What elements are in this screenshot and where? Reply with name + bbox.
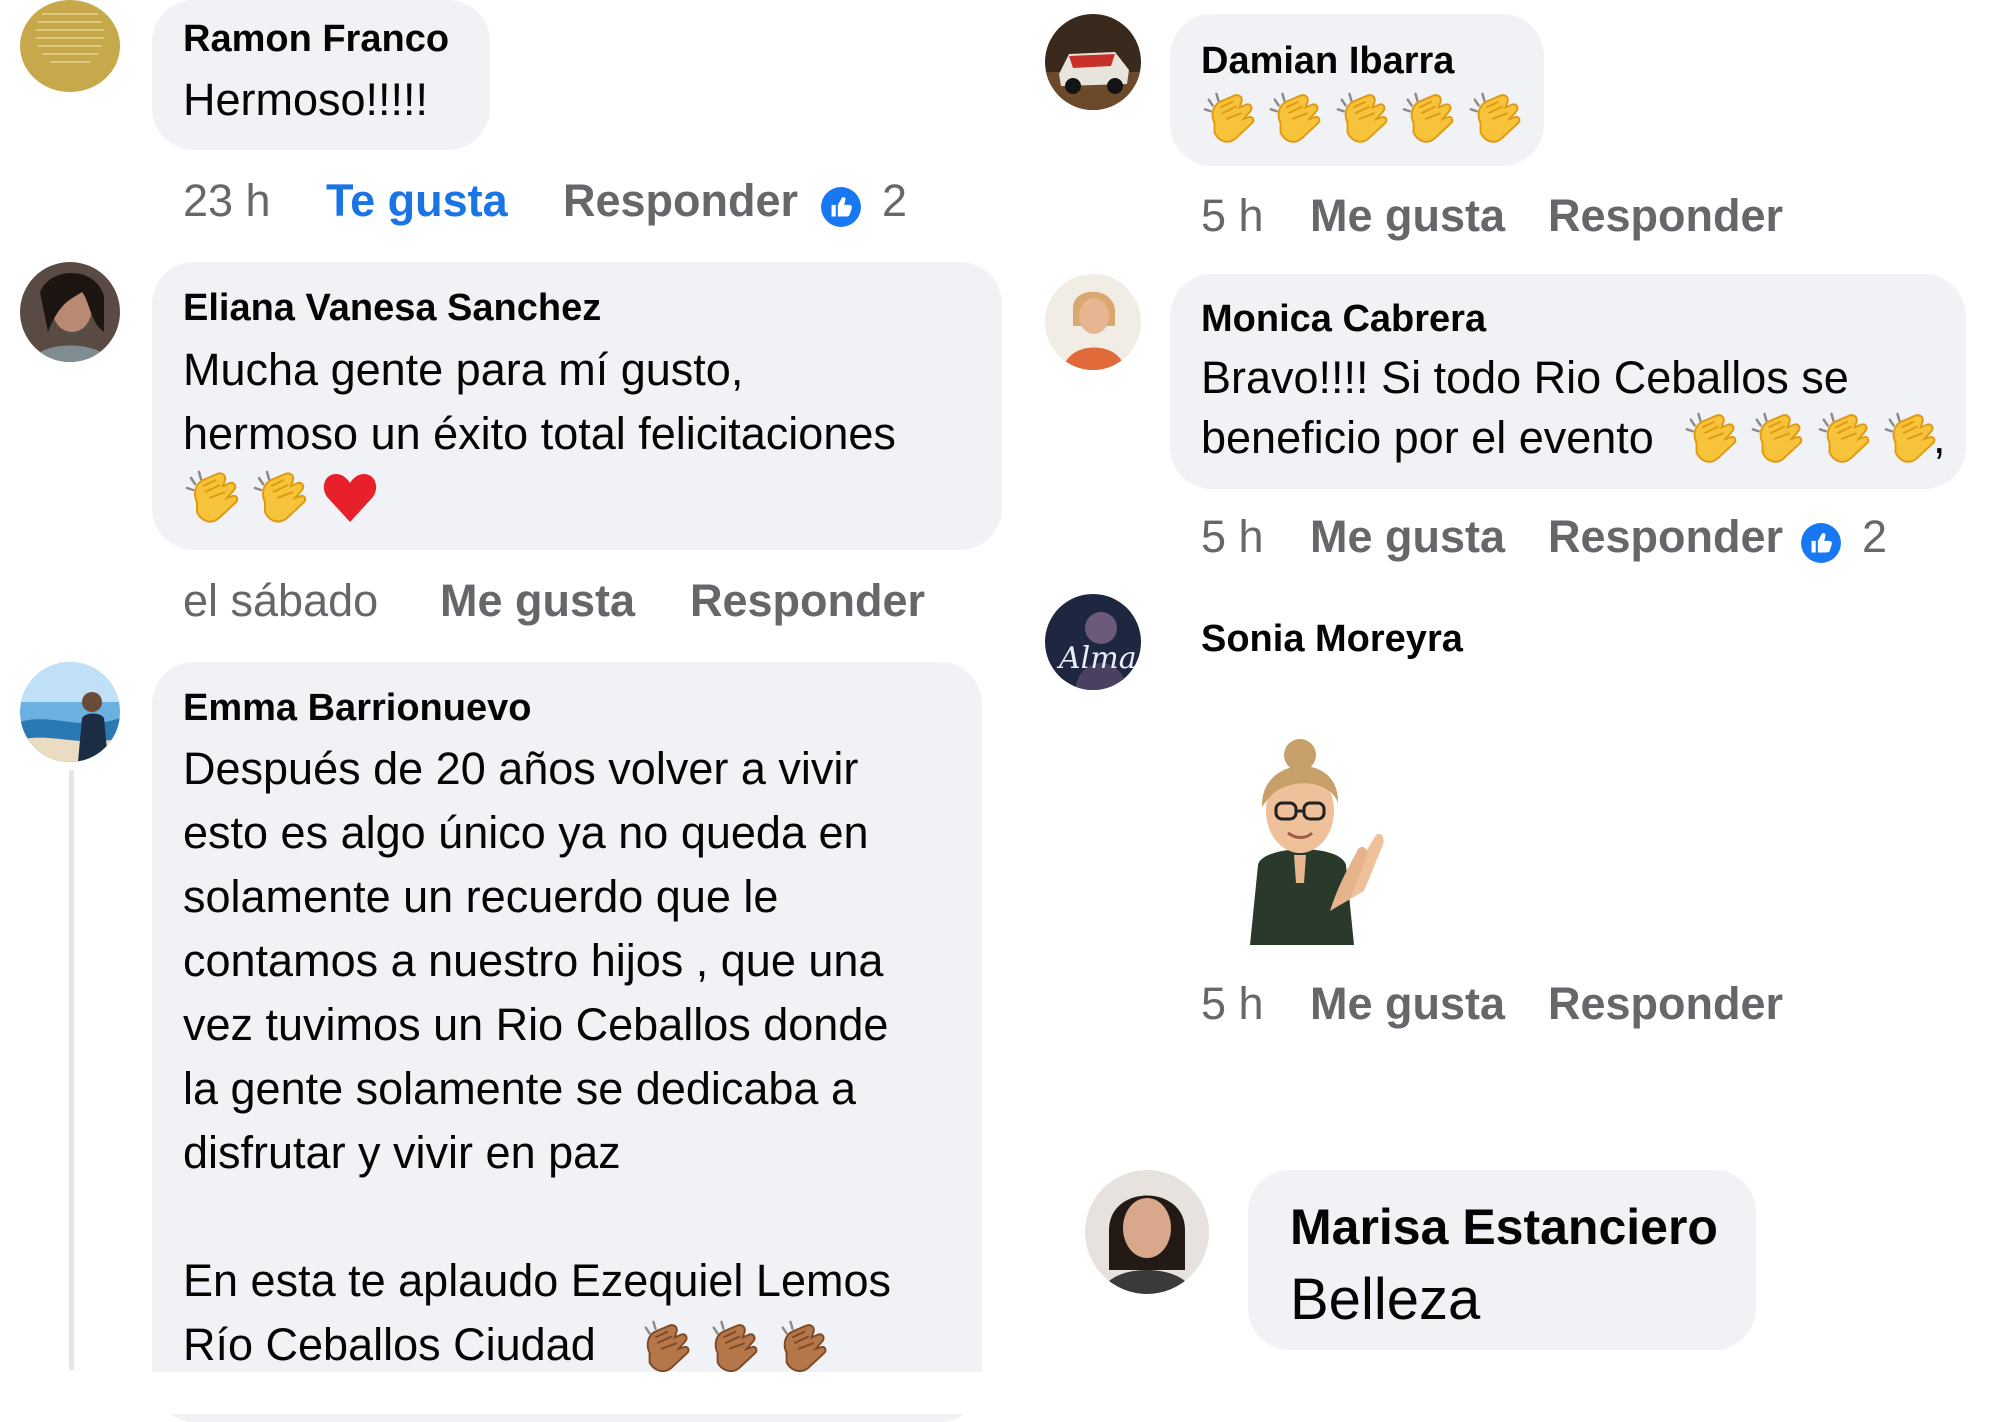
emoji-row xyxy=(1683,410,1940,474)
clapping-hands-icon xyxy=(1400,90,1458,148)
avatar-sonia-moreyra[interactable]: Alma xyxy=(1045,594,1141,690)
sticker-image xyxy=(1250,739,1384,945)
clapping-hands-icon xyxy=(1467,90,1525,148)
like-button[interactable]: Me gusta xyxy=(1310,978,1505,1030)
comment-text: Hermoso!!!!! xyxy=(183,74,429,125)
reply-button[interactable]: Responder xyxy=(1548,190,1783,242)
comment-text: Después de 20 años volver a vivir xyxy=(183,743,859,794)
comment-time[interactable]: 5 h xyxy=(1201,978,1264,1030)
comment-time[interactable]: 5 h xyxy=(1201,190,1264,242)
comment-author[interactable]: Damian Ibarra xyxy=(1201,40,1454,83)
bottom-crop xyxy=(0,1372,1050,1414)
avatar-image xyxy=(20,0,120,92)
comment-author[interactable]: Emma Barrionuevo xyxy=(183,687,531,730)
emoji-row xyxy=(183,468,380,532)
avatar-ramon-franco[interactable] xyxy=(20,0,120,92)
comment-text: Mucha gente para mí gusto, xyxy=(183,344,744,395)
reply-button[interactable]: Responder xyxy=(690,575,925,627)
comment-text: hermoso un éxito total felicitaciones xyxy=(183,408,896,459)
comment-author[interactable]: Eliana Vanesa Sanchez xyxy=(183,287,601,330)
comment-author[interactable]: Sonia Moreyra xyxy=(1201,618,1463,661)
like-button[interactable]: Me gusta xyxy=(1310,511,1505,563)
thread-line xyxy=(69,770,74,1370)
comment-text: vez tuvimos un Rio Ceballos donde xyxy=(183,999,889,1050)
avatar-emma-barrionuevo[interactable] xyxy=(20,662,120,762)
avatar-image xyxy=(1045,274,1141,370)
like-thumb-icon[interactable] xyxy=(1800,522,1842,564)
emoji-row xyxy=(1201,90,1525,154)
comment-text: disfrutar y vivir en paz xyxy=(183,1127,621,1178)
avatar-damian-ibarra[interactable] xyxy=(1045,14,1141,110)
comment-time[interactable]: el sábado xyxy=(183,575,378,627)
bottom-crop xyxy=(1050,1352,2000,1414)
avatar-monica-cabrera[interactable] xyxy=(1045,274,1141,370)
avatar-eliana-vanesa-sanchez[interactable] xyxy=(20,262,120,362)
reply-button[interactable]: Responder xyxy=(1548,978,1783,1030)
comment-time[interactable]: 5 h xyxy=(1201,511,1264,563)
like-button[interactable]: Me gusta xyxy=(1310,190,1505,242)
avatar-sticker xyxy=(1200,715,1400,945)
avatar-marisa-estanciero[interactable] xyxy=(1085,1170,1209,1294)
red-heart-icon xyxy=(320,468,380,528)
avatar-image xyxy=(20,262,120,362)
clapping-hands-icon xyxy=(183,468,243,528)
avatar-image: Alma xyxy=(1045,594,1141,690)
clapping-hands-icon xyxy=(638,1318,696,1376)
avatar-image xyxy=(1085,1170,1209,1294)
comment-text: solamente un recuerdo que le xyxy=(183,871,779,922)
comment-text: Bravo!!!! Si todo Rio Ceballos se xyxy=(1201,352,1849,403)
comment-text: Belleza xyxy=(1290,1267,1481,1332)
clapping-hands-icon xyxy=(1201,90,1259,148)
clapping-hands-icon xyxy=(1816,410,1874,468)
comment-text: Río Ceballos Ciudad xyxy=(183,1319,596,1370)
avatar-image xyxy=(20,662,120,762)
clapping-hands-icon xyxy=(1267,90,1325,148)
like-button[interactable]: Te gusta xyxy=(326,175,508,227)
svg-text:Alma: Alma xyxy=(1056,641,1137,676)
comment-text: beneficio por el evento xyxy=(1201,412,1654,463)
clapping-hands-icon xyxy=(1683,410,1741,468)
reaction-count[interactable]: 2 xyxy=(1862,511,1887,563)
reaction-count[interactable]: 2 xyxy=(882,175,907,227)
like-thumb-icon[interactable] xyxy=(820,186,862,228)
comment-text: En esta te aplaudo Ezequiel Lemos xyxy=(183,1255,891,1306)
reply-button[interactable]: Responder xyxy=(563,175,798,227)
comment-text: la gente solamente se dedicaba a xyxy=(183,1063,856,1114)
comment-author[interactable]: Ramon Franco xyxy=(183,18,449,61)
clapping-hands-icon xyxy=(706,1318,764,1376)
reply-button[interactable]: Responder xyxy=(1548,511,1783,563)
like-button[interactable]: Me gusta xyxy=(440,575,635,627)
clapping-hands-icon xyxy=(1749,410,1807,468)
comment-text: esto es algo único ya no queda en xyxy=(183,807,869,858)
comment-text: contamos a nuestro hijos , que una xyxy=(183,935,884,986)
comment-text-tail: , xyxy=(1933,412,1946,463)
clapping-hands-icon xyxy=(1882,410,1940,468)
clapping-hands-icon xyxy=(775,1318,833,1376)
comment-author[interactable]: Monica Cabrera xyxy=(1201,298,1486,341)
clapping-hands-icon xyxy=(251,468,311,528)
comment-author[interactable]: Marisa Estanciero xyxy=(1290,1198,1718,1256)
avatar-image xyxy=(1045,14,1141,110)
clapping-hands-icon xyxy=(1334,90,1392,148)
comment-time[interactable]: 23 h xyxy=(183,175,271,227)
